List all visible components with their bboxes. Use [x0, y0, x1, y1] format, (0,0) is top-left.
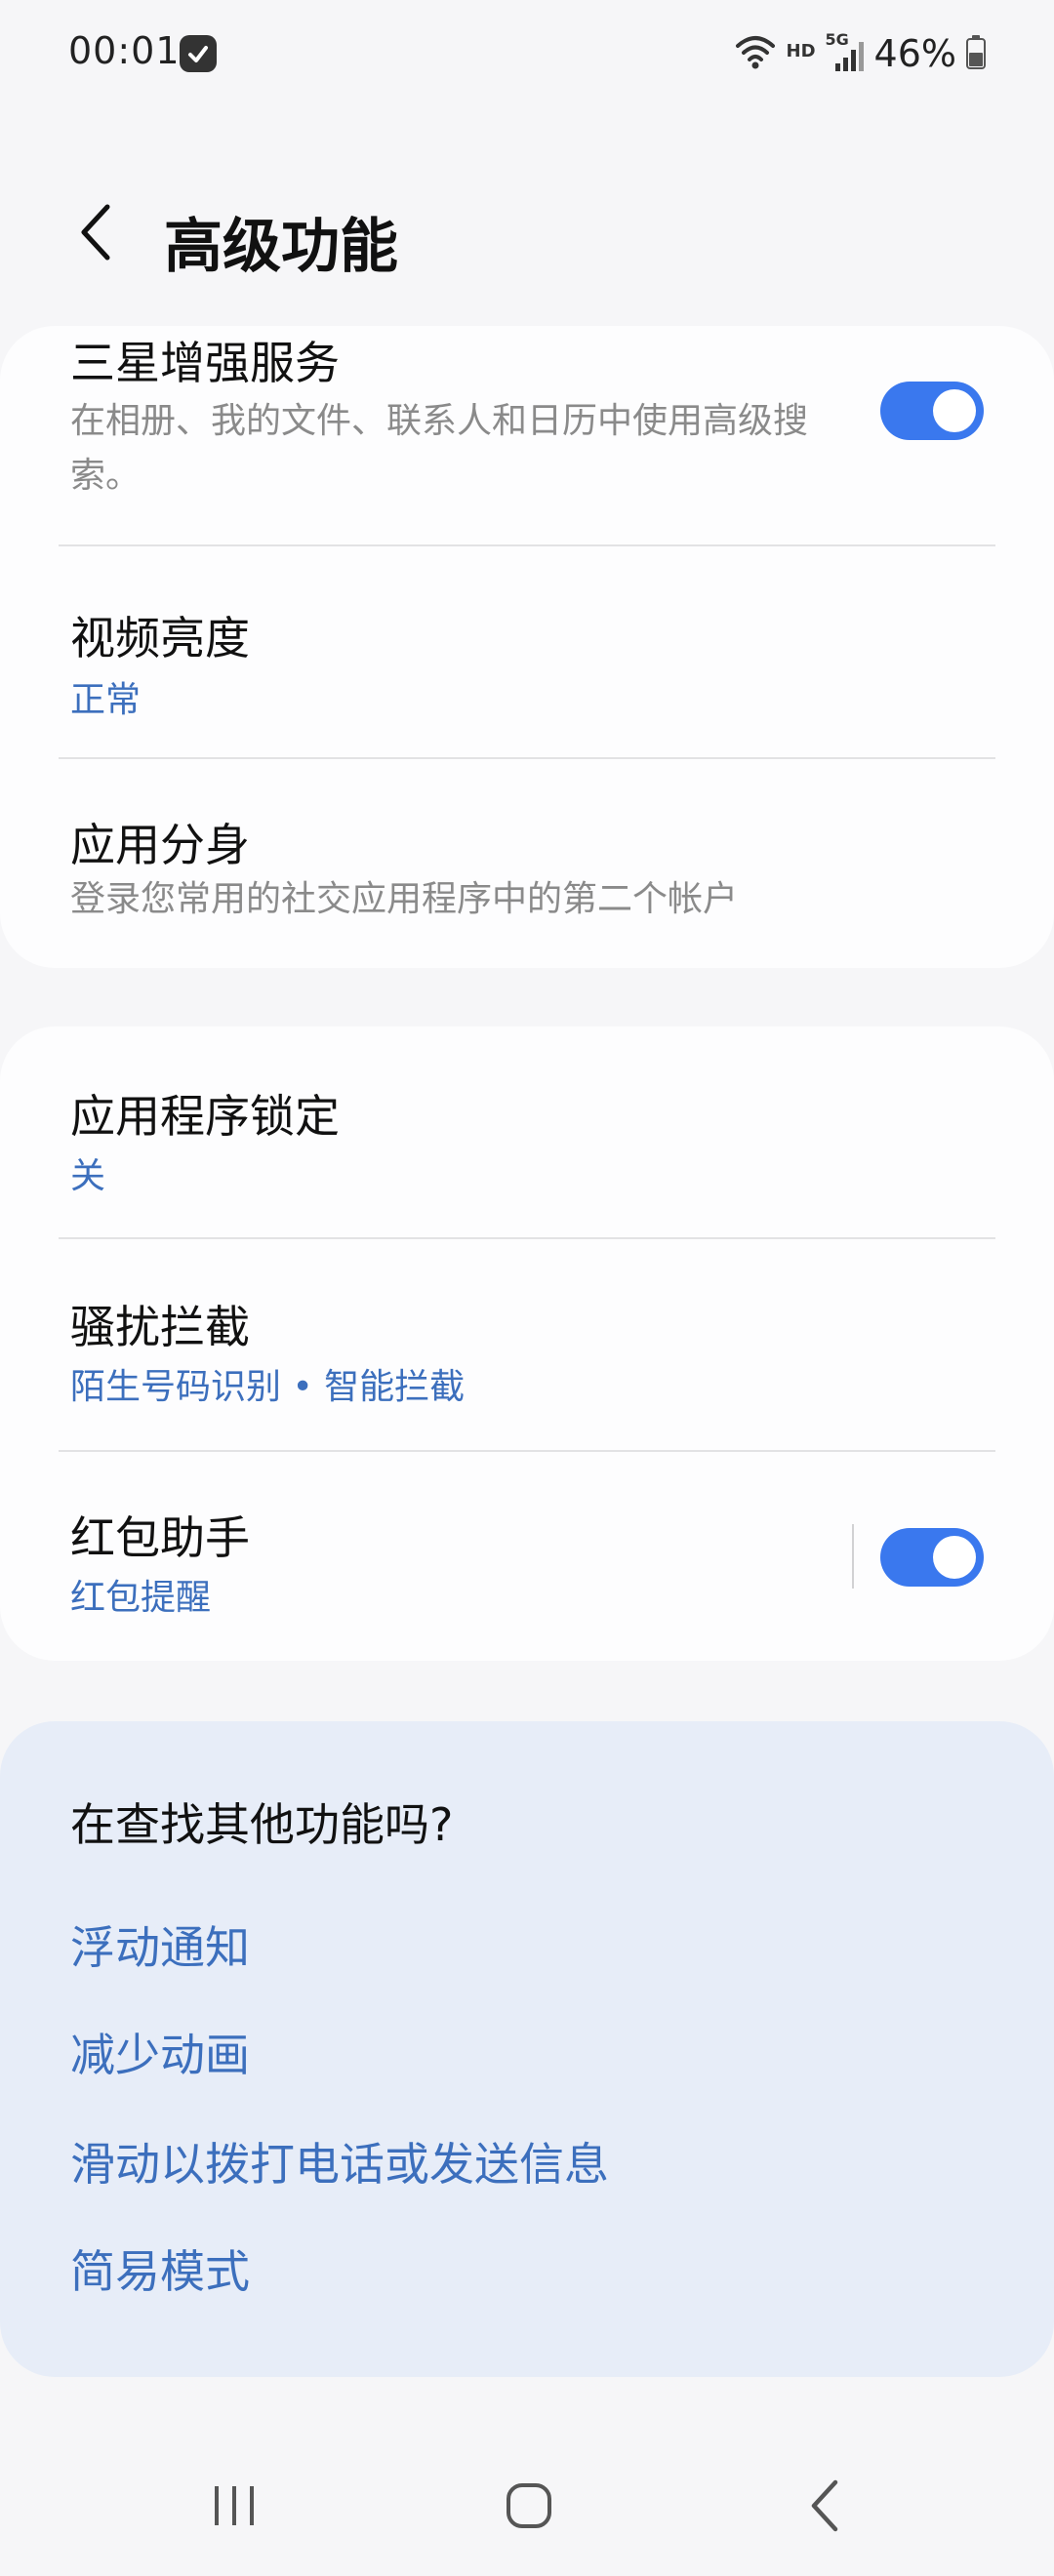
suggestions-card: 在查找其他功能吗? 浮动通知 减少动画 滑动以拨打电话或发送信息 简易模式: [0, 1721, 1054, 2377]
battery-percent: 46%: [873, 32, 956, 75]
home-button[interactable]: [470, 2459, 588, 2556]
nav-back-icon: [806, 2478, 845, 2537]
status-icons: HD 5G 46%: [734, 27, 986, 80]
row-value: 红包提醒: [70, 1578, 212, 1618]
suggestion-link-reduce-animations[interactable]: 减少动画: [70, 2020, 250, 2084]
status-time: 00:01: [68, 29, 181, 72]
suggestion-link-swipe-to-call[interactable]: 滑动以拨打电话或发送信息: [70, 2129, 609, 2194]
settings-card-1: 三星增强服务 在相册、我的文件、联系人和日历中使用高级搜索。 视频亮度 正常 应…: [0, 326, 1054, 968]
app-header: 高级功能: [0, 176, 1054, 293]
toggle-knob: [933, 1536, 976, 1579]
status-bar: 00:01 HD 5G 46%: [0, 0, 1054, 109]
dual-messenger-row[interactable]: 应用分身 登录您常用的社交应用程序中的第二个帐户: [0, 759, 1054, 968]
vertical-separator: [852, 1524, 854, 1589]
recents-button[interactable]: [176, 2459, 293, 2556]
row-title: 红包助手: [70, 1511, 250, 1564]
suggestions-heading: 在查找其他功能吗?: [70, 1798, 454, 1851]
call-blocking-row[interactable]: 骚扰拦截 陌生号码识别 • 智能拦截: [0, 1239, 1054, 1450]
red-envelope-assistant-row[interactable]: 红包助手 红包提醒: [0, 1452, 1054, 1661]
row-subtitle: 登录您常用的社交应用程序中的第二个帐户: [70, 879, 739, 919]
nav-back-button[interactable]: [767, 2459, 884, 2556]
settings-card-2: 应用程序锁定 关 骚扰拦截 陌生号码识别 • 智能拦截 红包助手 红包提醒: [0, 1026, 1054, 1661]
row-value: 陌生号码识别 • 智能拦截: [70, 1367, 466, 1407]
video-brightness-row[interactable]: 视频亮度 正常: [0, 546, 1054, 757]
battery-icon: [966, 34, 986, 73]
suggestion-link-easy-mode[interactable]: 简易模式: [70, 2236, 250, 2301]
page-title: 高级功能: [164, 213, 398, 281]
row-title: 视频亮度: [70, 612, 250, 664]
wifi-icon: [734, 32, 777, 75]
recents-icon: [210, 2481, 259, 2534]
row-title: 骚扰拦截: [70, 1301, 250, 1353]
app-lock-row[interactable]: 应用程序锁定 关: [0, 1026, 1054, 1237]
chevron-left-icon: [76, 203, 115, 265]
back-button[interactable]: [59, 197, 133, 271]
row-value: 关: [70, 1156, 106, 1196]
row-subtitle: 在相册、我的文件、联系人和日历中使用高级搜索。: [70, 401, 809, 496]
notification-app-icon: [180, 35, 217, 72]
red-envelope-assistant-toggle[interactable]: [880, 1528, 984, 1587]
signal-icon: 5G: [826, 30, 865, 75]
hd-indicator: HD: [786, 40, 816, 61]
row-title: 三星增强服务: [70, 337, 340, 389]
samsung-enhanced-services-row[interactable]: 三星增强服务 在相册、我的文件、联系人和日历中使用高级搜索。: [0, 326, 1054, 544]
row-title: 应用分身: [70, 819, 250, 871]
suggestion-link-floating-notifications[interactable]: 浮动通知: [70, 1912, 250, 1977]
samsung-enhanced-services-toggle[interactable]: [880, 382, 984, 440]
row-title: 应用程序锁定: [70, 1090, 340, 1143]
row-value: 正常: [70, 680, 142, 720]
home-icon: [505, 2481, 553, 2534]
navigation-bar: [0, 2459, 1054, 2556]
toggle-knob: [933, 389, 976, 432]
